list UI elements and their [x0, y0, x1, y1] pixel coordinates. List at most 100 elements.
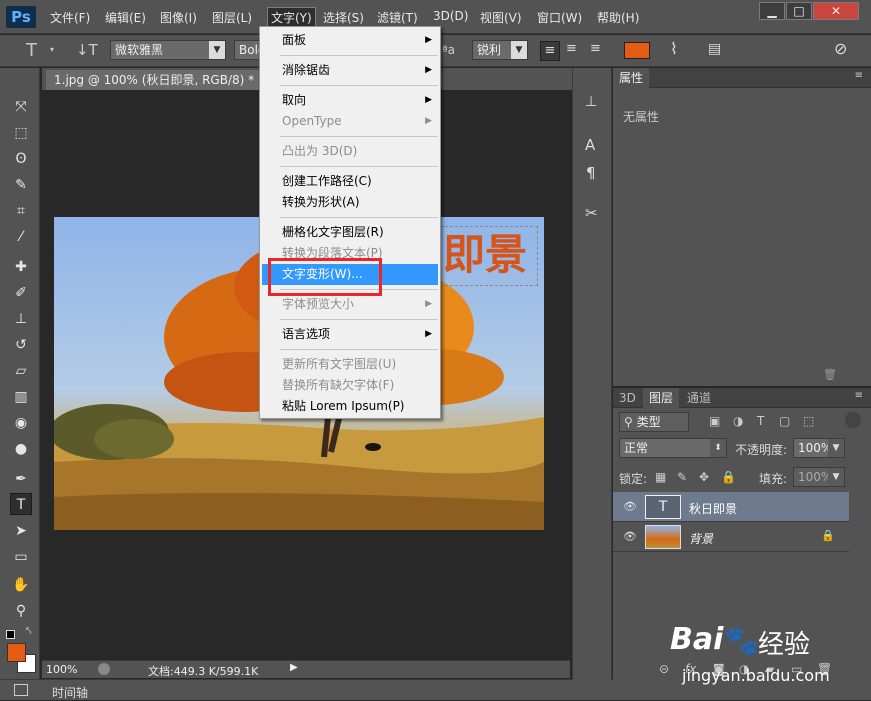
tab-layers[interactable]: 图层: [643, 388, 680, 408]
panel-menu-icon[interactable]: ≡: [855, 70, 863, 81]
visibility-eye-icon[interactable]: 👁: [623, 500, 637, 514]
hand-tool-icon[interactable]: ✋: [10, 574, 32, 596]
maximize-button[interactable]: □: [786, 2, 812, 20]
lasso-tool-icon[interactable]: ʘ: [10, 148, 32, 170]
font-family-dropdown[interactable]: 微软雅黑 ▼: [110, 40, 226, 60]
cancel-icon[interactable]: ⊘: [834, 39, 847, 58]
move-tool-icon[interactable]: ⤧: [10, 96, 32, 118]
align-right-icon[interactable]: ≡: [590, 41, 601, 56]
text-color-swatch[interactable]: [624, 42, 650, 59]
default-colors-icon[interactable]: [6, 630, 15, 639]
close-window-button[interactable]: ✕: [813, 2, 859, 20]
zoom-tool-icon[interactable]: ⚲: [10, 600, 32, 622]
minimize-button[interactable]: ▁: [759, 2, 785, 20]
clone-stamp-tool-icon[interactable]: ⊥: [10, 308, 32, 330]
menu-option[interactable]: 消除锯齿 ▶: [262, 60, 438, 81]
paragraph-panel-icon[interactable]: ¶: [586, 164, 596, 182]
eyedropper-tool-icon[interactable]: ⁄: [10, 226, 32, 248]
pen-tool-icon[interactable]: ✒: [10, 468, 32, 490]
layer-filter-dropdown[interactable]: ⚲ 类型: [619, 412, 689, 432]
menu-item[interactable]: 图像(I): [160, 9, 197, 26]
tab-3d[interactable]: 3D: [613, 388, 642, 408]
text-layer-bounding-box[interactable]: 即景: [440, 226, 538, 286]
blur-tool-icon[interactable]: ◉: [10, 412, 32, 434]
menu-item[interactable]: 文字(Y): [267, 7, 316, 28]
visibility-eye-icon[interactable]: 👁: [623, 530, 637, 544]
timeline-icon[interactable]: [14, 684, 28, 696]
watermark-brand-suffix: 经验: [758, 630, 811, 660]
menu-item[interactable]: 图层(L): [212, 9, 252, 26]
font-style-dropdown[interactable]: Bold: [234, 40, 260, 60]
menu-option[interactable]: 语言选项 ▶: [262, 324, 438, 345]
menu-item[interactable]: 滤镜(T): [377, 9, 418, 26]
menu-option[interactable]: 栅格化文字图层(R): [262, 222, 438, 243]
document-tab[interactable]: 1.jpg @ 100% (秋日即景, RGB/8) * ×: [46, 70, 274, 90]
type-tool-icon[interactable]: T: [10, 493, 32, 515]
history-panel-icon[interactable]: ⊥: [585, 94, 597, 110]
menu-item[interactable]: 编辑(E): [105, 9, 146, 26]
layer-name[interactable]: 秋日即景: [689, 500, 737, 517]
character-panel-icon[interactable]: A: [585, 136, 595, 154]
lock-all-icon[interactable]: 🔒: [721, 470, 736, 484]
properties-panel-header: 属性 ≡: [613, 68, 871, 88]
menu-item[interactable]: 3D(D): [433, 9, 468, 23]
tool-presets-icon[interactable]: ✂: [585, 204, 598, 222]
brush-tool-icon[interactable]: ✐: [10, 282, 32, 304]
healing-brush-tool-icon[interactable]: ✚: [10, 256, 32, 278]
filter-toggle[interactable]: [845, 412, 861, 428]
menu-item[interactable]: 帮助(H): [597, 9, 639, 26]
timeline-label[interactable]: 时间轴: [52, 684, 88, 701]
menu-option[interactable]: 面板 ▶: [262, 30, 438, 51]
layer-row-text[interactable]: 👁 T 秋日即景: [613, 492, 849, 522]
align-left-icon[interactable]: ≡: [540, 41, 560, 61]
menu-option[interactable]: 转换为形状(A): [262, 192, 438, 213]
history-brush-tool-icon[interactable]: ↺: [10, 334, 32, 356]
menu-option[interactable]: 取向 ▶: [262, 90, 438, 111]
status-info-icon[interactable]: [98, 663, 110, 675]
background-layer-thumbnail: [645, 525, 681, 549]
crop-tool-icon[interactable]: ⌗: [10, 200, 32, 222]
menu-item[interactable]: 视图(V): [480, 9, 522, 26]
menu-item[interactable]: 文件(F): [50, 9, 90, 26]
tab-channels[interactable]: 通道: [681, 388, 717, 408]
status-menu-arrow-icon[interactable]: ▶: [290, 662, 298, 673]
menu-item[interactable]: 窗口(W): [537, 9, 582, 26]
swap-colors-icon[interactable]: ⤣: [26, 626, 32, 637]
blend-mode-dropdown[interactable]: 正常 ⬍: [619, 438, 727, 458]
fill-input[interactable]: 100% ▼: [793, 467, 845, 487]
antialias-dropdown[interactable]: 锐利 ▼: [472, 40, 528, 60]
layer-row-background[interactable]: 👁 背景 🔒: [613, 522, 849, 552]
warp-text-icon[interactable]: ⌇: [670, 39, 678, 58]
filter-shape-icon[interactable]: ▢: [779, 414, 790, 428]
character-panel-icon[interactable]: ▤: [708, 41, 721, 57]
align-center-icon[interactable]: ≡: [566, 41, 577, 56]
menu-separator: [280, 55, 438, 56]
dodge-tool-icon[interactable]: ●: [10, 438, 32, 460]
toggle-text-orientation-icon[interactable]: ↓T: [76, 41, 98, 59]
layer-name[interactable]: 背景: [689, 530, 713, 547]
gradient-tool-icon[interactable]: ▥: [10, 386, 32, 408]
filter-type-icon[interactable]: T: [757, 414, 764, 428]
filter-smart-object-icon[interactable]: ⬚: [803, 414, 814, 428]
marquee-tool-icon[interactable]: ⬚: [10, 122, 32, 144]
opacity-input[interactable]: 100% ▼: [793, 438, 845, 458]
quick-select-tool-icon[interactable]: ✎: [10, 174, 32, 196]
type-tool-preset-icon[interactable]: T: [26, 40, 37, 61]
menu-option[interactable]: 创建工作路径(C): [262, 171, 438, 192]
path-selection-tool-icon[interactable]: ➤: [10, 520, 32, 542]
menu-option[interactable]: 粘贴 Lorem Ipsum(P): [262, 396, 438, 417]
tab-properties[interactable]: 属性: [613, 68, 650, 88]
lock-position-icon[interactable]: ✥: [699, 470, 709, 484]
delete-icon[interactable]: 🗑: [823, 368, 837, 381]
filter-pixel-icon[interactable]: ▣: [709, 414, 720, 428]
lock-transparent-icon[interactable]: ▦: [655, 470, 666, 484]
menu-item[interactable]: 选择(S): [323, 9, 364, 26]
eraser-tool-icon[interactable]: ▱: [10, 360, 32, 382]
zoom-level[interactable]: 100%: [46, 663, 77, 676]
lock-pixels-icon[interactable]: ✎: [677, 470, 687, 484]
panel-menu-icon[interactable]: ≡: [855, 390, 863, 401]
foreground-color-swatch[interactable]: [7, 643, 26, 662]
chevron-down-icon[interactable]: ▾: [50, 45, 54, 54]
rectangle-tool-icon[interactable]: ▭: [10, 546, 32, 568]
filter-adjustment-icon[interactable]: ◑: [733, 414, 743, 428]
